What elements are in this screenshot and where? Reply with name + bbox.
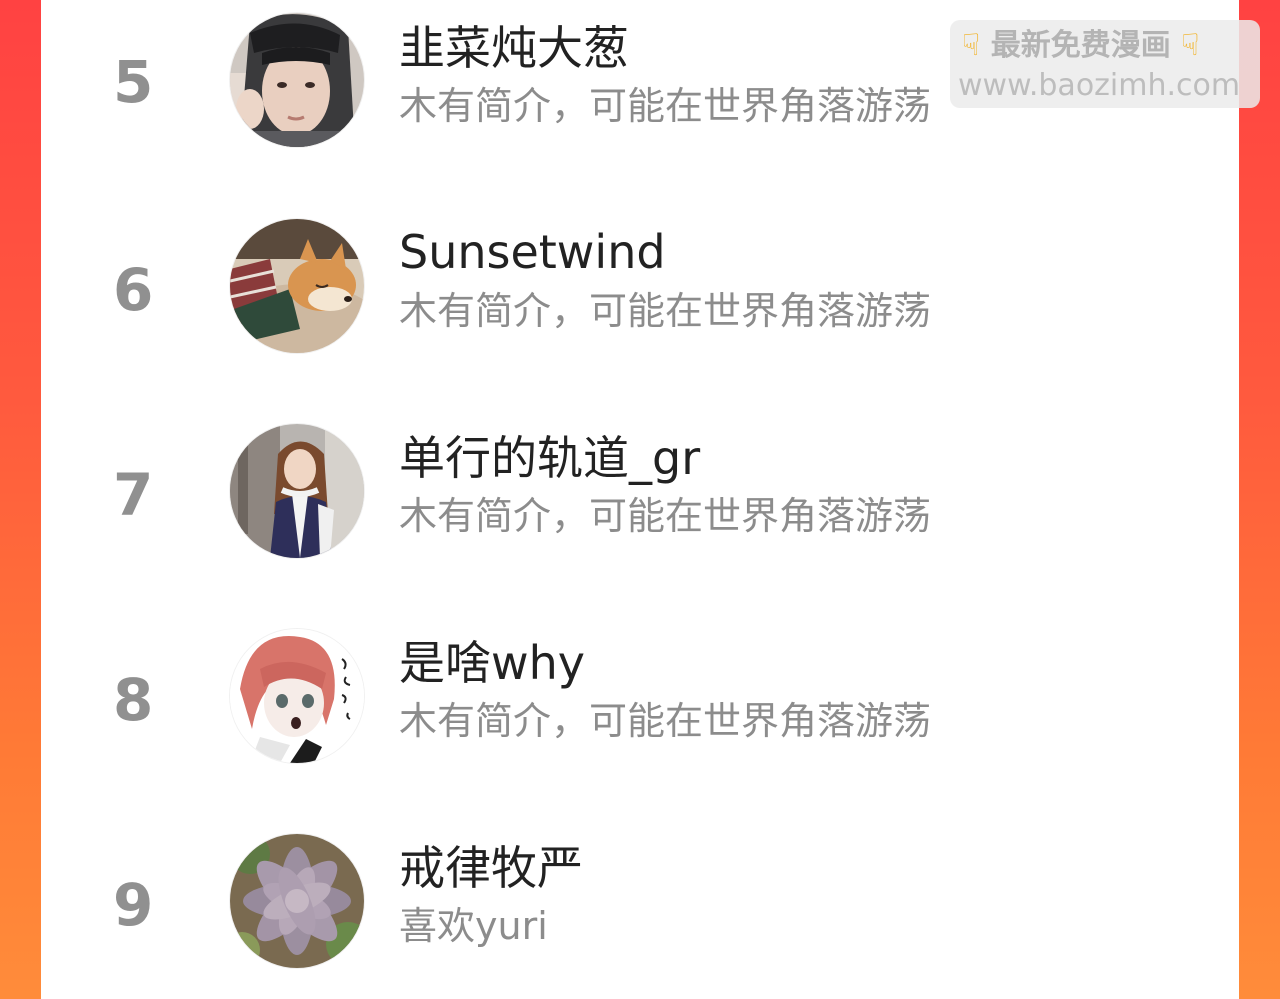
rank-number: 6: [113, 256, 154, 324]
user-description: 木有简介，可能在世界角落游荡: [399, 494, 932, 538]
rank-number: 5: [113, 48, 154, 116]
watermark: ☟ 最新免费漫画 ☟ www.baozimh.com: [950, 20, 1260, 108]
leaderboard-row[interactable]: 6 Sunsetwind 木有简介，可能在世界角落游荡: [41, 205, 1239, 365]
avatar-manga-girl: [230, 629, 364, 763]
user-name[interactable]: 是啥why: [399, 637, 585, 689]
user-avatar[interactable]: [230, 834, 364, 968]
leaderboard-row[interactable]: 9 戒律牧严 喜欢yuri: [41, 820, 1239, 980]
leaderboard-row[interactable]: 7 单行的轨道_gr 木有简介，可能在世界角落游荡: [41, 410, 1239, 570]
pointing-down-hand-icon: ☟: [1181, 28, 1200, 63]
user-avatar[interactable]: [230, 629, 364, 763]
user-avatar[interactable]: [230, 424, 364, 558]
rank-number: 8: [113, 666, 154, 734]
user-description: 木有简介，可能在世界角落游荡: [399, 289, 932, 333]
user-name[interactable]: 韭菜炖大葱: [399, 22, 629, 74]
pointing-down-hand-icon: ☟: [962, 28, 981, 63]
user-avatar[interactable]: [230, 13, 364, 147]
avatar-hooded-person: [230, 13, 364, 147]
user-avatar[interactable]: [230, 219, 364, 353]
leaderboard-row[interactable]: 8 是啥why 木有简介，可能在世界角落游荡: [41, 615, 1239, 775]
user-description: 木有简介，可能在世界角落游荡: [399, 84, 932, 128]
user-description: 喜欢yuri: [399, 904, 548, 948]
user-name[interactable]: Sunsetwind: [399, 226, 666, 278]
user-description: 木有简介，可能在世界角落游荡: [399, 699, 932, 743]
rank-number: 9: [113, 871, 154, 939]
avatar-woman-photo: [230, 424, 364, 558]
watermark-title: ☟ 最新免费漫画 ☟: [962, 28, 1199, 64]
watermark-url: www.baozimh.com: [958, 68, 1241, 103]
user-name[interactable]: 戒律牧严: [399, 842, 583, 894]
rank-number: 7: [113, 461, 154, 529]
avatar-succulent-plant: [230, 834, 364, 968]
watermark-title-text: 最新免费漫画: [990, 28, 1171, 63]
avatar-sleeping-shiba-dog: [230, 219, 364, 353]
leaderboard-card: 5 韭菜炖大葱 木有简介，可能在世界角落游荡 6 Sunsetwind 木有简介…: [41, 0, 1239, 999]
user-name[interactable]: 单行的轨道_gr: [399, 432, 700, 484]
